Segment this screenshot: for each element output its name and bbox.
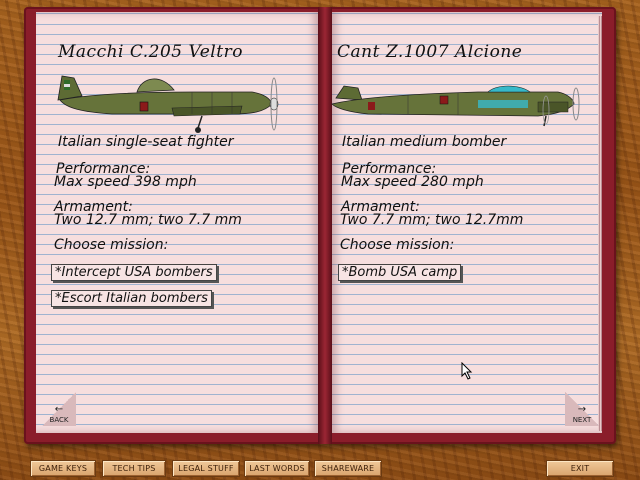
aircraft-description-right: Italian medium bomber: [342, 134, 507, 150]
next-label: NEXT: [572, 416, 592, 424]
back-page-button[interactable]: ← BACK: [42, 392, 76, 426]
mission-intercept-usa-bombers-button[interactable]: *Intercept USA bombers: [51, 264, 217, 281]
macchi-fighter-image: [57, 75, 279, 133]
next-page-button[interactable]: → NEXT: [565, 392, 599, 426]
choose-mission-left: Choose mission:: [54, 237, 169, 253]
armament-left: Two 12.7 mm; two 7.7 mm: [54, 212, 242, 228]
last-words-button[interactable]: LAST WORDS: [244, 460, 310, 477]
choose-mission-right: Choose mission:: [340, 237, 455, 253]
mouse-pointer-icon: [461, 362, 473, 380]
game-keys-button[interactable]: GAME KEYS: [30, 460, 96, 477]
aircraft-title-right: Cant Z.1007 Alcione: [337, 42, 523, 62]
next-arrow-icon: →: [577, 404, 587, 415]
mission-escort-italian-bombers-button[interactable]: *Escort Italian bombers: [51, 290, 212, 307]
aircraft-title-left: Macchi C.205 Veltro: [58, 42, 243, 62]
armament-right: Two 7.7 mm; two 12.7mm: [340, 212, 524, 228]
exit-button[interactable]: EXIT: [546, 460, 614, 477]
aircraft-description-left: Italian single-seat fighter: [58, 134, 234, 150]
shareware-button[interactable]: SHAREWARE: [314, 460, 382, 477]
page-edge: [598, 16, 602, 431]
legal-stuff-button[interactable]: LEGAL STUFF: [172, 460, 240, 477]
cant-bomber-image: [331, 85, 580, 127]
mission-bomb-usa-camp-button[interactable]: *Bomb USA camp: [338, 264, 462, 281]
max-speed-left: Max speed 398 mph: [54, 174, 197, 190]
back-label: BACK: [49, 416, 69, 424]
back-arrow-icon: ←: [54, 404, 64, 415]
book-spine: [318, 7, 332, 444]
max-speed-right: Max speed 280 mph: [341, 174, 484, 190]
tech-tips-button[interactable]: TECH TIPS: [102, 460, 166, 477]
